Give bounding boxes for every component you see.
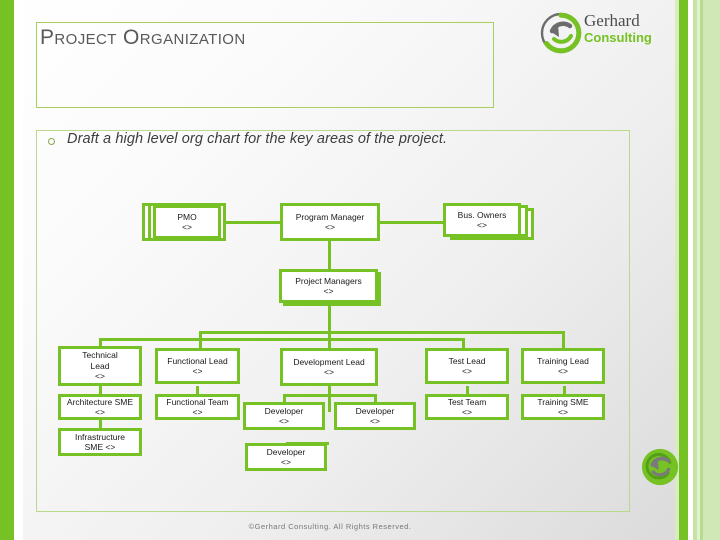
org-node-developer-1-code: <> <box>279 416 289 426</box>
org-node-developer-3-title: Developer <box>266 446 306 457</box>
connector-developer-bus <box>283 394 376 397</box>
org-node-test-team-code: <> <box>462 407 472 417</box>
org-node-test-lead[interactable]: Test Lead <> <box>425 348 509 384</box>
gerhard-watermark-logo-icon <box>641 448 679 486</box>
connector-drop-development-lead <box>328 331 331 348</box>
org-node-training-lead-code: <> <box>558 366 568 376</box>
org-node-developer-2[interactable]: Developer <> <box>334 402 416 430</box>
connector-project-managers-trunk <box>328 303 331 331</box>
org-node-pmo-code: <> <box>182 222 192 232</box>
org-node-infrastructure-sme-title: Infrastructure SME <> <box>74 431 126 453</box>
org-node-program-manager[interactable]: Program Manager <> <box>280 203 380 241</box>
org-node-developer-2-code: <> <box>370 416 380 426</box>
org-node-functional-team-code: <> <box>192 407 203 417</box>
org-node-developer-1-title: Developer <box>264 405 304 416</box>
org-node-technical-lead-title: Technical Lead <box>82 350 118 371</box>
org-node-test-lead-title: Test Lead <box>448 355 486 366</box>
org-node-program-manager-title: Program Manager <box>295 211 365 222</box>
org-node-bus-owners-code: <> <box>477 220 487 230</box>
copyright-footer: ©Gerhard Consulting. All Rights Reserved… <box>248 522 412 531</box>
org-node-project-managers-title: Project Managers <box>295 275 362 286</box>
org-node-functional-team-title: Functional Team <box>166 396 229 407</box>
org-node-bus-owners-title: Bus. Owners <box>457 209 507 220</box>
org-node-functional-lead-code: <> <box>192 366 203 376</box>
connector-drop-training-lead <box>562 331 565 348</box>
org-node-test-team[interactable]: Test Team <> <box>425 394 509 420</box>
connector-drop-test-lead <box>462 338 465 348</box>
org-node-developer-3-code: <> <box>281 457 291 467</box>
connector-development-lead-trunk <box>328 386 331 412</box>
org-node-training-lead[interactable]: Training Lead <> <box>521 348 605 384</box>
org-node-technical-lead-code: <> <box>95 371 105 382</box>
org-node-functional-lead[interactable]: Functional Lead <> <box>155 348 240 384</box>
org-node-training-sme-title: Training SME <box>537 396 589 407</box>
org-node-test-team-title: Test Team <box>447 396 487 407</box>
connector-drop-functional-lead <box>199 331 202 348</box>
org-node-developer-1[interactable]: Developer <> <box>243 402 325 430</box>
org-node-project-managers-code: <> <box>323 286 334 296</box>
org-node-architecture-sme-title: Architecture SME <box>66 396 134 407</box>
org-node-pmo-title: PMO <box>177 211 197 222</box>
org-node-training-sme-code: <> <box>558 407 568 417</box>
org-node-training-lead-title: Training Lead <box>537 355 589 366</box>
org-node-functional-lead-title: Functional Lead <box>167 355 228 366</box>
connector-row3-bus-outer <box>200 331 565 334</box>
connector-pmo-to-program-manager <box>222 221 280 224</box>
connector-program-manager-to-project-managers <box>328 238 331 270</box>
org-node-infrastructure-sme[interactable]: Infrastructure SME <> <box>58 428 142 456</box>
org-chart: PMO <> Program Manager <> Bus. Owners <>… <box>0 0 720 540</box>
org-node-functional-team[interactable]: Functional Team <> <box>155 394 240 420</box>
org-node-architecture-sme-code: <> <box>95 407 105 417</box>
org-node-development-lead[interactable]: Development Lead <> <box>280 348 378 386</box>
org-node-project-managers[interactable]: Project Managers <> <box>279 269 378 303</box>
org-node-program-manager-code: <> <box>325 222 335 232</box>
connector-program-manager-to-bus-owners <box>380 221 443 224</box>
org-node-test-lead-code: <> <box>462 366 472 376</box>
org-node-developer-3[interactable]: Developer <> <box>245 443 327 471</box>
slide-canvas: Project Organization Gerhard Consulting … <box>0 0 720 540</box>
org-node-training-sme[interactable]: Training SME <> <box>521 394 605 420</box>
org-node-bus-owners[interactable]: Bus. Owners <> <box>443 203 521 237</box>
org-node-technical-lead[interactable]: Technical Lead <> <box>58 346 142 386</box>
org-node-development-lead-title: Development Lead <box>293 356 365 367</box>
org-node-pmo[interactable]: PMO <> <box>153 205 221 239</box>
org-node-architecture-sme[interactable]: Architecture SME <> <box>58 394 142 420</box>
connector-row3-bus-inner <box>99 338 465 341</box>
org-node-developer-2-title: Developer <box>355 405 395 416</box>
org-node-development-lead-code: <> <box>324 367 334 377</box>
